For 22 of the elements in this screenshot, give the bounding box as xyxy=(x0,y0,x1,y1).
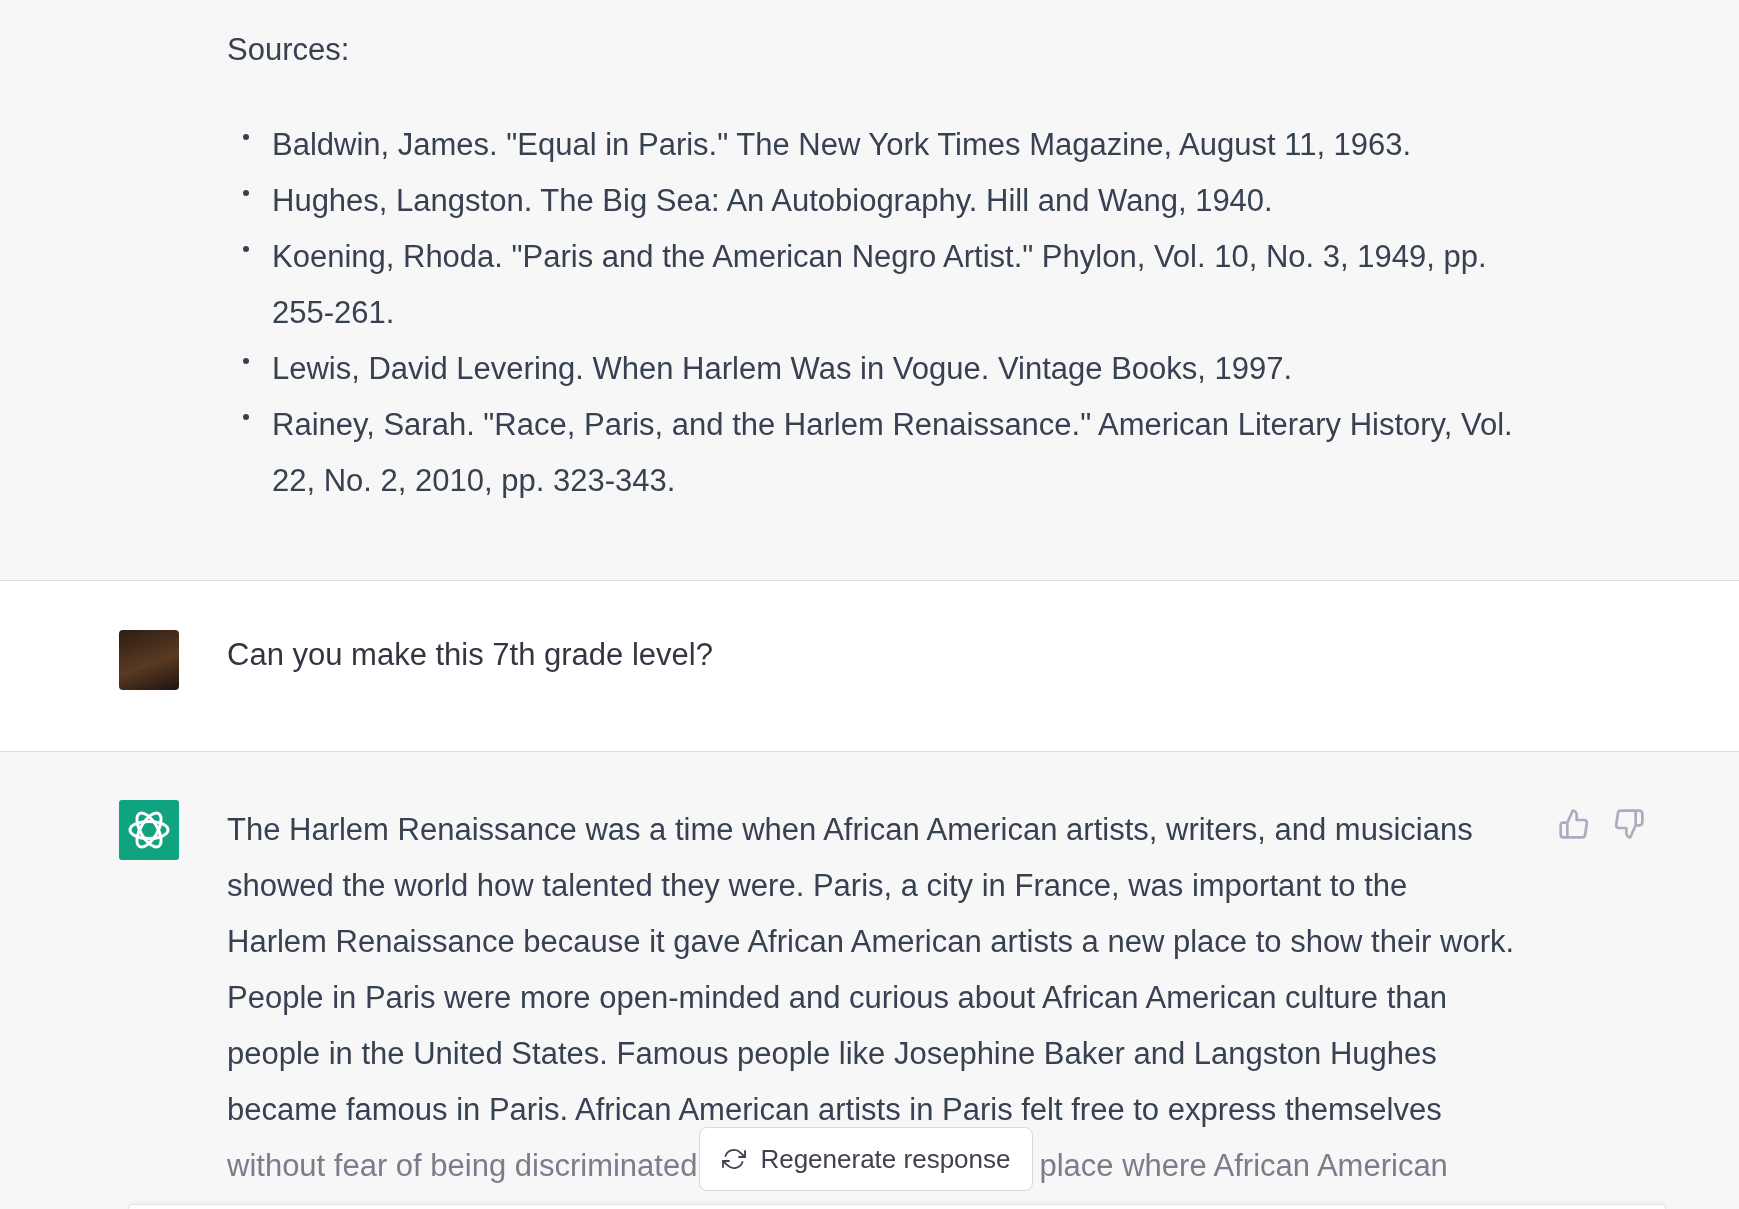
source-citation: Lewis, David Levering. When Harlem Was in Vogue. Vintage Books, 1997. xyxy=(272,350,1293,388)
sources-heading: Sources: xyxy=(227,31,350,69)
bullet-icon xyxy=(243,190,249,196)
user-avatar xyxy=(119,630,179,690)
bullet-icon xyxy=(243,414,249,420)
message-input-field[interactable] xyxy=(128,1204,1666,1209)
source-citation: Koening, Rhoda. "Paris and the American Negro Artist." Phylon, Vol. 10, No. 3, 1949, pp. 255-261. xyxy=(272,238,1487,332)
faded-response-text: place where African American xyxy=(1039,1147,1448,1185)
bullet-icon xyxy=(243,246,249,252)
bullet-icon xyxy=(243,358,249,364)
regenerate-response-button[interactable]: Regenerate response xyxy=(699,1127,1034,1191)
refresh-icon xyxy=(722,1147,747,1171)
interlaced-loops-logo-icon xyxy=(119,800,179,860)
thumbs-down-icon[interactable] xyxy=(1613,808,1645,840)
source-citation: Rainey, Sarah. "Race, Paris, and the Harlem Renaissance." American Literary History, Vol. 22, No. 2, 2010, pp. 323-343. xyxy=(272,406,1513,500)
source-citation: Hughes, Langston. The Big Sea: An Autobiography. Hill and Wang, 1940. xyxy=(272,182,1273,220)
bullet-icon xyxy=(243,134,249,140)
user-message-text: Can you make this 7th grade level? xyxy=(227,636,713,674)
response-paragraph: The Harlem Renaissance was a time when African American artists, writers, and musicians showed the world how talented they were. Paris, a city in France, was important to the Harlem Renaissance because it gave African American artists a new place to show their work. People in Paris were more open-minded and curious about African American culture than people in the United States. Famous people like Josephine Baker and Langston Hughes became famous in Paris. African American artists in Paris felt free to express themselves xyxy=(227,811,1515,1129)
source-citation: Baldwin, James. "Equal in Paris." The New York Times Magazine, August 11, 1963. xyxy=(272,126,1412,164)
thumbs-up-icon[interactable] xyxy=(1558,808,1590,840)
faded-response-text: without fear of being discriminated xyxy=(227,1147,698,1185)
